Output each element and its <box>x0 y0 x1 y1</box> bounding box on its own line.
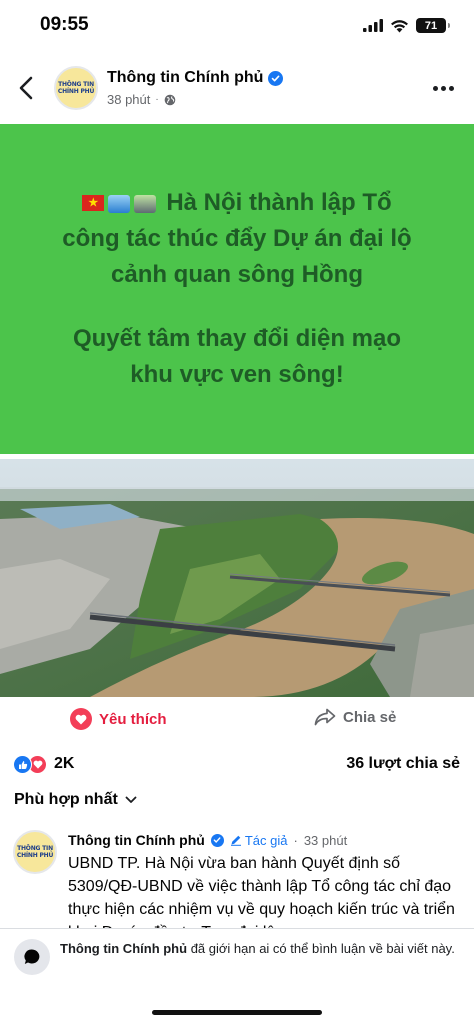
page-name-text: Thông tin Chính phủ <box>107 69 264 86</box>
comment-author[interactable]: Thông tin Chính phủ <box>68 832 205 848</box>
share-label: Chia sẻ <box>343 708 397 726</box>
more-dot <box>440 85 446 91</box>
status-bar: 09:55 71 <box>0 0 474 54</box>
love-reaction-button[interactable]: Yêu thích <box>70 708 167 730</box>
battery-indicator: 71 <box>416 18 450 33</box>
love-reaction-label: Yêu thích <box>99 710 167 728</box>
banner-headline-line: cảnh quan sông Hồng <box>111 261 363 288</box>
post-action-row: Yêu thích Chia sẻ <box>0 700 474 740</box>
status-icons: 71 <box>363 18 450 33</box>
wifi-icon <box>391 19 408 32</box>
avatar-text-line: THÔNG TIN <box>58 81 94 88</box>
notice-text: Thông tin Chính phủ đã giới hạn ai có th… <box>60 940 460 958</box>
comment-time: 33 phút <box>303 832 348 848</box>
verified-badge-icon <box>268 70 284 86</box>
pencil-icon <box>230 835 241 846</box>
author-tag: Tác giả <box>230 832 288 848</box>
avatar-text-line: THÔNG TIN <box>17 845 53 852</box>
share-count[interactable]: 36 lượt chia sẻ <box>346 755 460 773</box>
home-indicator <box>152 1010 322 1015</box>
comment-restriction-notice: Thông tin Chính phủ đã giới hạn ai có th… <box>0 928 474 992</box>
more-options-button[interactable] <box>430 76 456 100</box>
status-time: 09:55 <box>40 14 89 35</box>
page-avatar[interactable]: THÔNG TIN CHÍNH PHỦ <box>54 66 98 110</box>
reaction-count: 2K <box>54 755 75 772</box>
share-button[interactable]: Chia sẻ <box>314 708 396 726</box>
author-tag-label: Tác giả <box>244 832 288 848</box>
chevron-down-icon <box>125 796 137 803</box>
heart-icon <box>70 708 92 730</box>
share-arrow-icon <box>314 708 336 726</box>
banner-headline-line: Hà Nội thành lập Tổ <box>166 189 392 216</box>
comment-header: Thông tin Chính phủ Tác giả · 33 phút <box>68 832 348 848</box>
comment-text: UBND TP. Hà Nội vừa ban hành Quyết định … <box>68 855 455 928</box>
post-photo[interactable] <box>0 459 474 697</box>
comment-bubble-icon <box>14 939 50 975</box>
notice-message: đã giới hạn ai có thể bình luận về bài v… <box>187 941 455 956</box>
aerial-river-photo <box>0 459 474 697</box>
verified-badge-icon <box>210 833 224 847</box>
wave-icon <box>108 194 131 213</box>
more-dot <box>432 85 438 91</box>
post-header: THÔNG TIN CHÍNH PHỦ Thông tin Chính phủ … <box>0 58 474 118</box>
comment-avatar[interactable]: THÔNG TIN CHÍNH PHỦ <box>13 830 57 874</box>
post-banner: Hà Nội thành lập Tổ công tác thúc đẩy Dự… <box>0 124 474 454</box>
globe-icon <box>164 94 176 105</box>
comment-sort-dropdown[interactable]: Phù hợp nhất <box>14 791 137 809</box>
post-meta: 38 phút · <box>107 92 176 107</box>
page-name[interactable]: Thông tin Chính phủ <box>107 69 284 87</box>
sort-label: Phù hợp nhất <box>14 791 118 808</box>
avatar-text-line: CHÍNH PHỦ <box>16 852 54 859</box>
banner-subline: Quyết tâm thay đổi diện mạo <box>72 325 402 352</box>
back-button[interactable] <box>14 74 38 102</box>
banner-subline: khu vực ven sông! <box>130 361 344 388</box>
like-reaction-icon <box>13 755 32 774</box>
more-dot <box>448 85 454 91</box>
reaction-icons <box>13 755 47 774</box>
avatar-text-line: CHÍNH PHỦ <box>57 88 95 95</box>
vietnam-flag-icon <box>82 194 105 211</box>
motorway-icon <box>134 194 157 213</box>
notice-page-name: Thông tin Chính phủ <box>60 941 188 956</box>
chevron-left-icon <box>19 76 33 100</box>
cellular-signal-icon <box>363 19 383 32</box>
banner-headline-line: công tác thúc đẩy Dự án đại lộ <box>62 225 412 252</box>
comment: THÔNG TIN CHÍNH PHỦ Thông tin Chính phủ … <box>0 828 474 928</box>
emoji-group <box>82 194 157 213</box>
post-time: 38 phút <box>107 92 151 107</box>
reactions-summary[interactable]: 2K 36 lượt chia sẻ <box>0 750 474 780</box>
